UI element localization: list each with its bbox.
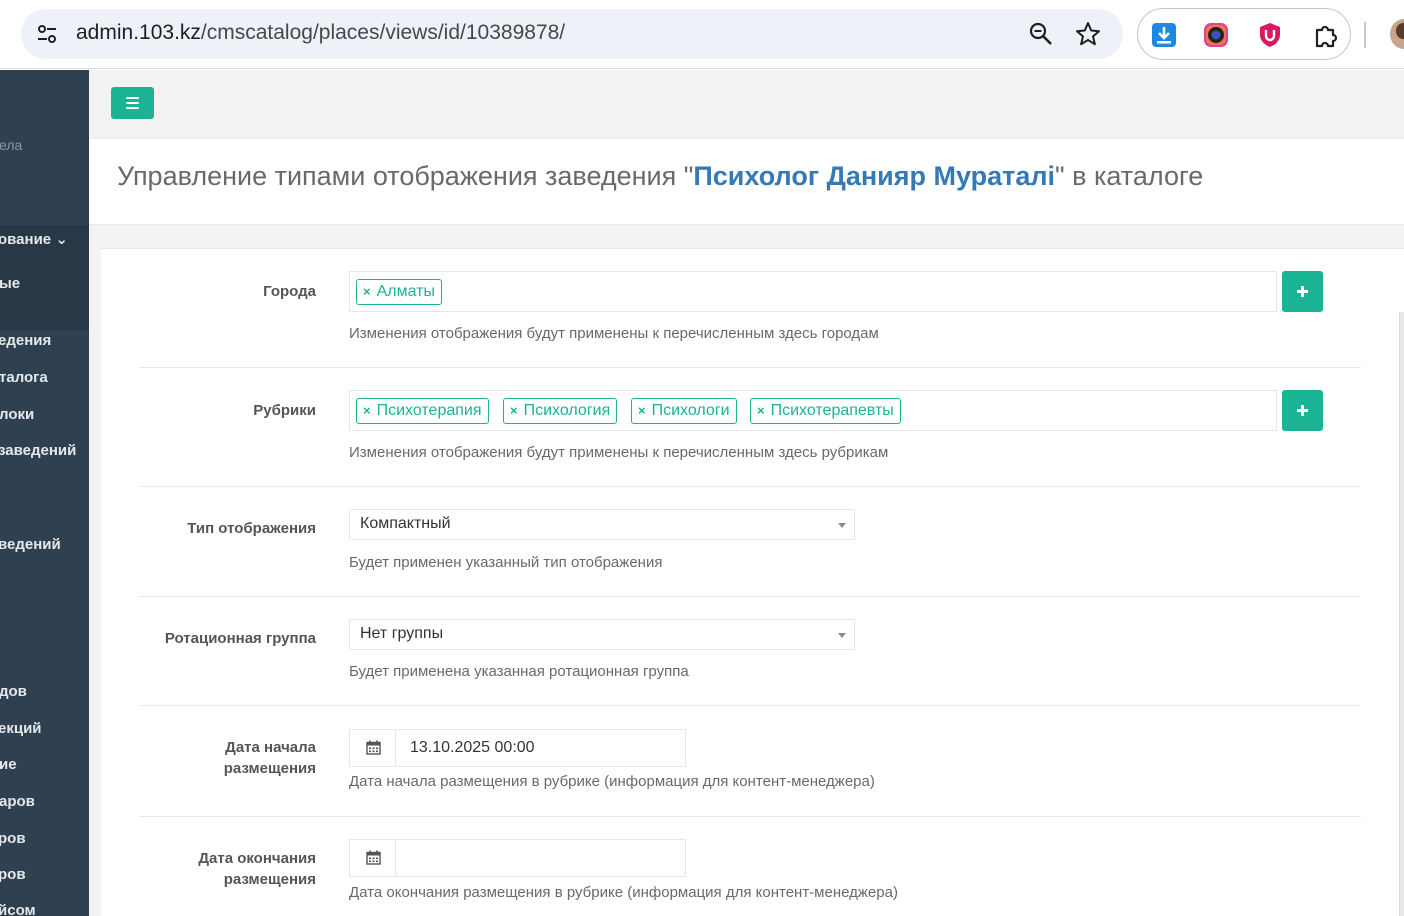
chevron-down-icon <box>838 523 846 528</box>
menu-bar-icon <box>126 107 139 109</box>
sidebar-item-10[interactable]: ие <box>0 756 17 773</box>
sidebar-item-1[interactable]: ование ⌄ <box>0 230 68 248</box>
sidebar-item-3[interactable]: едения <box>0 332 51 349</box>
form-separator <box>139 816 1361 817</box>
start-date-label-line1: Дата начала <box>225 739 316 756</box>
remove-tag-icon[interactable]: × <box>510 403 518 418</box>
add-city-button[interactable] <box>1282 271 1323 312</box>
start-date-help: Дата начала размещения в рубрике (информ… <box>349 773 875 790</box>
site-info-icon[interactable] <box>35 22 59 46</box>
remove-tag-icon[interactable]: × <box>638 403 646 418</box>
tag-label: Алматы <box>376 283 435 300</box>
bookmark-star-icon[interactable] <box>1074 20 1102 48</box>
display-type-help: Будет применен указанный тип отображения <box>349 554 663 571</box>
end-date-label-line2: размещения <box>223 871 316 888</box>
start-date-label: Дата начала размещения <box>116 737 316 779</box>
remove-tag-icon[interactable]: × <box>363 284 371 299</box>
camera-extension-icon[interactable] <box>1202 21 1230 49</box>
rubric-tag[interactable]: × Психотерапевты <box>750 398 901 424</box>
sidebar-item-4[interactable]: талога <box>0 369 48 386</box>
page-scrollbar[interactable] <box>1399 312 1404 916</box>
end-date-label-line1: Дата окончания <box>198 850 316 867</box>
extensions-puzzle-icon[interactable] <box>1312 21 1340 49</box>
display-type-select[interactable]: Компактный <box>349 509 855 540</box>
page-heading: Управление типами отображения заведения … <box>89 139 1404 225</box>
address-bar[interactable]: admin.103.kz/cmscatalog/places/views/id/… <box>21 9 1123 59</box>
zoom-icon[interactable] <box>1028 21 1054 47</box>
sidebar-item-12[interactable]: ров <box>0 830 26 847</box>
main-content: Управление типами отображения заведения … <box>89 70 1404 916</box>
sidebar-item-7[interactable]: ведений <box>0 536 61 553</box>
end-date-label: Дата окончания размещения <box>116 848 316 890</box>
rotation-group-help: Будет применена указанная ротационная гр… <box>349 663 689 680</box>
page-title-suffix: " в каталоге <box>1055 161 1204 191</box>
display-type-value: Компактный <box>360 515 451 532</box>
form-separator <box>139 486 1361 487</box>
sidebar-item-6[interactable]: заведений <box>0 442 76 459</box>
page-title-prefix: Управление типами отображения заведения … <box>117 161 694 191</box>
calendar-icon <box>366 740 381 755</box>
start-date-label-line2: размещения <box>223 760 316 777</box>
form-separator <box>139 705 1361 706</box>
url-host: admin.103.kz <box>76 21 201 44</box>
tag-label: Психологи <box>651 402 730 419</box>
rotation-group-value: Нет группы <box>360 625 444 642</box>
calendar-icon <box>366 850 381 865</box>
profile-avatar[interactable] <box>1390 19 1404 49</box>
cities-help: Изменения отображения будут применены к … <box>349 325 879 342</box>
rotation-group-select[interactable]: Нет группы <box>349 619 855 650</box>
url-path: /cmscatalog/places/views/id/10389878/ <box>200 21 566 44</box>
toolbar-divider <box>1364 22 1366 48</box>
menu-bar-icon <box>126 97 139 99</box>
start-date-input[interactable]: 13.10.2025 00:00 <box>349 729 686 767</box>
rotation-group-label: Ротационная группа <box>164 630 316 647</box>
sidebar: ела ование ⌄ ые едения талога локи завед… <box>0 70 89 916</box>
sidebar-item-14[interactable]: йсом <box>0 902 36 916</box>
form-separator <box>139 367 1361 368</box>
display-type-label: Тип отображения <box>187 520 316 537</box>
rubrics-label: Рубрики <box>253 402 316 419</box>
top-navbar <box>89 70 1404 139</box>
calendar-addon[interactable] <box>350 730 396 766</box>
cities-label: Города <box>263 283 316 300</box>
download-extension-icon[interactable] <box>1150 21 1178 49</box>
rubric-tag[interactable]: × Психотерапия <box>356 398 489 424</box>
url-text[interactable]: admin.103.kz/cmscatalog/places/views/id/… <box>76 21 565 45</box>
add-rubric-button[interactable] <box>1282 390 1323 431</box>
sidebar-item-2[interactable]: ые <box>0 275 20 292</box>
sidebar-item-9[interactable]: екций <box>0 720 42 737</box>
sidebar-item-13[interactable]: ров <box>0 866 26 883</box>
rubric-tag[interactable]: × Психология <box>503 398 618 424</box>
sidebar-item-11[interactable]: аров <box>0 793 35 810</box>
ublock-shield-icon[interactable] <box>1256 21 1284 49</box>
tag-label: Психотерапевты <box>770 402 894 419</box>
chevron-down-icon <box>838 633 846 638</box>
cities-tags-input[interactable]: × Алматы <box>349 271 1277 312</box>
calendar-addon[interactable] <box>350 840 396 876</box>
sidebar-item-0[interactable]: ела <box>0 137 22 153</box>
form-panel: Города × Алматы Изменения отображения буд… <box>101 248 1404 916</box>
end-date-help: Дата окончания размещения в рубрике (инф… <box>349 884 898 901</box>
menu-bar-icon <box>126 102 139 104</box>
form-separator <box>139 596 1361 597</box>
remove-tag-icon[interactable]: × <box>757 403 765 418</box>
end-date-input[interactable] <box>349 839 686 877</box>
rubrics-help: Изменения отображения будут применены к … <box>349 444 889 461</box>
remove-tag-icon[interactable]: × <box>363 403 371 418</box>
extensions-group <box>1137 8 1351 60</box>
browser-toolbar: admin.103.kz/cmscatalog/places/views/id/… <box>0 0 1404 69</box>
sidebar-item-5[interactable]: локи <box>0 406 34 423</box>
sidebar-item-8[interactable]: дов <box>0 683 27 700</box>
page-title: Управление типами отображения заведения … <box>117 161 1203 192</box>
rubric-tag[interactable]: × Психологи <box>631 398 737 424</box>
tag-label: Психология <box>523 402 611 419</box>
place-name: Психолог Данияр Мураталі <box>693 161 1056 191</box>
rubrics-tags-input[interactable]: × Психотерапия × Психология × Психологи × Пс… <box>349 390 1277 431</box>
start-date-value: 13.10.2025 00:00 <box>410 739 535 756</box>
sidebar-toggle-button[interactable] <box>111 87 154 119</box>
tag-label: Психотерапия <box>376 402 482 419</box>
city-tag[interactable]: × Алматы <box>356 279 442 305</box>
